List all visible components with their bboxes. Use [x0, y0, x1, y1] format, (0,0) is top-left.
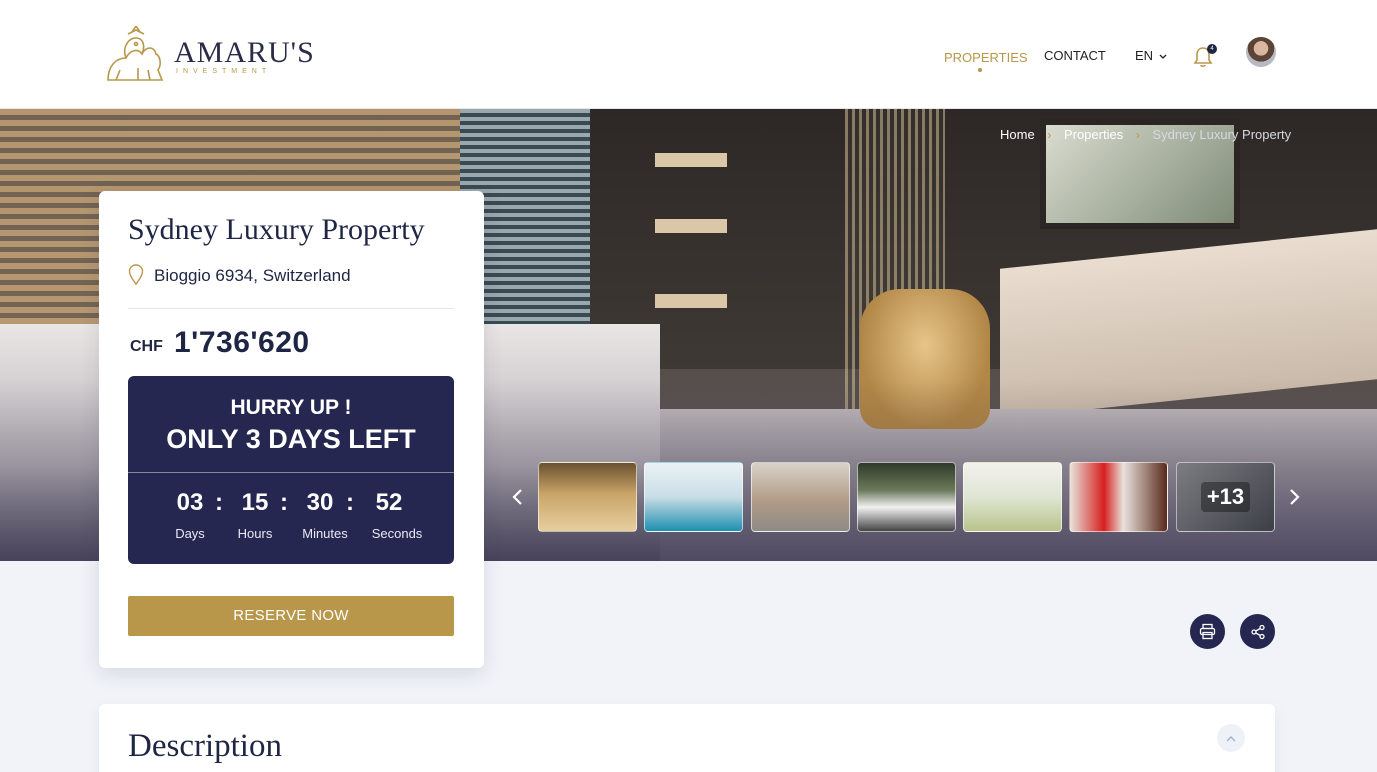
gallery-thumbnail[interactable]	[644, 462, 743, 532]
top-header: AMARU'S INVESTMENT PROPERTIES CONTACT EN…	[0, 0, 1377, 109]
breadcrumb-home[interactable]: Home	[1000, 127, 1035, 142]
countdown-days-left: ONLY 3 DAYS LEFT	[166, 424, 416, 454]
price-currency: CHF	[130, 338, 163, 355]
price-value: 1'736'620	[174, 326, 310, 359]
logo-lion-icon	[107, 26, 164, 81]
property-address: Bioggio 6934, Switzerland	[154, 266, 351, 285]
avatar[interactable]	[1246, 37, 1276, 67]
countdown-hurry: HURRY UP !	[230, 396, 352, 419]
countdown-days-label: Days	[175, 526, 205, 541]
share-button[interactable]	[1240, 614, 1275, 649]
brand-tagline: INVESTMENT	[176, 68, 272, 75]
countdown-seconds-label: Seconds	[371, 526, 423, 541]
countdown-hours: 15	[241, 489, 269, 516]
gallery-more-thumbnail[interactable]: +13	[1176, 462, 1275, 532]
gallery-thumbnail[interactable]	[1069, 462, 1168, 532]
breadcrumb-properties[interactable]: Properties	[1064, 127, 1123, 142]
print-button[interactable]	[1190, 614, 1225, 649]
divider	[128, 472, 454, 473]
countdown-separator: :	[215, 489, 223, 516]
divider	[128, 308, 454, 309]
pin-icon	[128, 264, 144, 286]
countdown-minutes-label: Minutes	[302, 526, 348, 541]
description-section: Description	[99, 704, 1275, 772]
language-label: EN	[1135, 48, 1154, 63]
chevron-up-icon	[1226, 735, 1236, 741]
countdown-box: HURRY UP ! ONLY 3 DAYS LEFT 03 : 15 : 30…	[128, 376, 454, 564]
gallery-thumbnail[interactable]	[751, 462, 850, 532]
countdown-days: 03	[176, 489, 204, 516]
collapse-button[interactable]	[1217, 724, 1245, 752]
brand-logo[interactable]: AMARU'S INVESTMENT	[102, 26, 315, 84]
countdown-minutes: 30	[306, 489, 334, 516]
countdown-separator: :	[346, 489, 354, 516]
countdown-hours-label: Hours	[237, 526, 273, 541]
breadcrumb-separator-icon: ›	[1135, 127, 1140, 142]
nav-properties[interactable]: PROPERTIES	[944, 50, 1028, 65]
breadcrumb-separator-icon: ›	[1047, 127, 1052, 142]
chevron-down-icon	[1159, 54, 1167, 59]
share-icon	[1250, 624, 1265, 639]
gallery-thumbnail[interactable]	[857, 462, 956, 532]
reserve-now-button[interactable]: RESERVE NOW	[128, 596, 454, 636]
gallery-thumbnail[interactable]	[538, 462, 637, 532]
breadcrumb: Home › Properties › Sydney Luxury Proper…	[1000, 126, 1291, 142]
property-title: Sydney Luxury Property	[128, 213, 425, 246]
description-title: Description	[128, 728, 282, 764]
nav-contact[interactable]: CONTACT	[1044, 48, 1106, 63]
countdown-seconds: 52	[375, 489, 403, 516]
gallery-thumbnail[interactable]	[963, 462, 1062, 532]
chevron-left-icon[interactable]	[510, 487, 526, 507]
property-info-card: Sydney Luxury Property Bioggio 6934, Swi…	[99, 191, 484, 668]
nav-active-indicator	[978, 68, 982, 72]
notification-badge: 4	[1207, 44, 1217, 54]
gallery-more-count: +13	[1200, 482, 1251, 512]
printer-icon	[1199, 623, 1216, 640]
countdown-separator: :	[280, 489, 288, 516]
language-selector[interactable]: EN	[1135, 48, 1167, 63]
chevron-right-icon[interactable]	[1286, 487, 1302, 507]
brand-name: AMARU'S	[174, 36, 315, 69]
breadcrumb-current: Sydney Luxury Property	[1152, 127, 1292, 143]
